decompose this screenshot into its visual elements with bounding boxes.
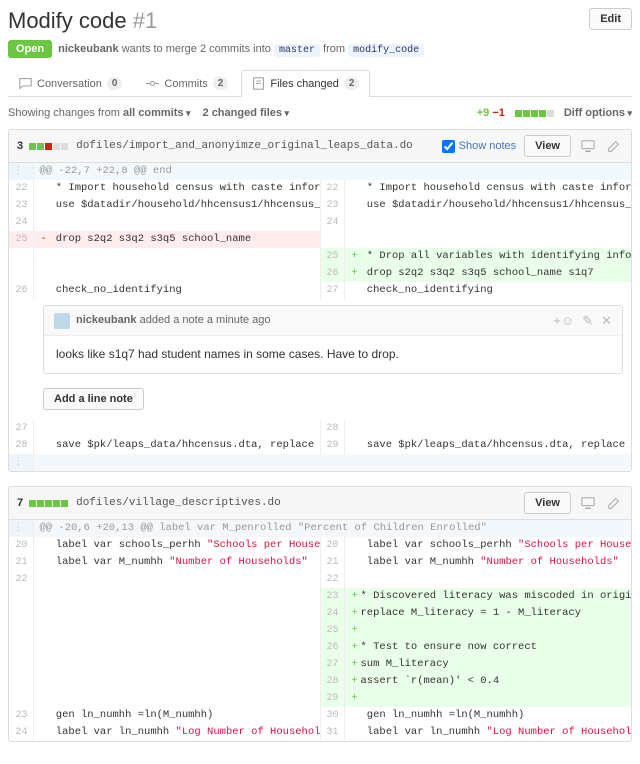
- diff-line: 25- drop s2q2 s3q2 s3q5 school_name: [9, 231, 631, 248]
- diff-line: 25+ * Drop all variables with identifyin…: [9, 248, 631, 265]
- pr-state-row: Open nickeubank wants to merge 2 commits…: [8, 40, 632, 58]
- edit-comment-icon[interactable]: ✎: [582, 312, 593, 329]
- diff-line: 27 28: [9, 420, 631, 437]
- desktop-icon[interactable]: [579, 137, 597, 155]
- desktop-icon[interactable]: [579, 494, 597, 512]
- diff-line: 26+* Test to ensure now correct: [9, 639, 631, 656]
- tab-conversation[interactable]: Conversation0: [8, 70, 133, 96]
- changed-files-dropdown[interactable]: 2 changed files: [203, 107, 290, 119]
- diff-toolbar: Showing changes from all commits 2 chang…: [8, 107, 632, 119]
- tab-commits[interactable]: Commits2: [135, 70, 239, 96]
- file-diff-1: 3 dofiles/import_and_anonyimze_original_…: [8, 129, 632, 472]
- diff-table: ⋮@@ -22,7 +22,8 @@ end 22 * Import house…: [9, 163, 631, 471]
- commits-icon: [146, 77, 159, 90]
- diff-line: 29+: [9, 690, 631, 707]
- expand-icon[interactable]: ⋮: [9, 163, 33, 180]
- comment-icon: [19, 77, 32, 90]
- pencil-icon[interactable]: [605, 494, 623, 512]
- close-comment-icon[interactable]: ✕: [601, 312, 612, 329]
- pr-header: Modify code #1 Edit: [8, 8, 632, 34]
- expand-icon[interactable]: ⋮: [9, 520, 33, 537]
- comment-author[interactable]: nickeubank: [76, 314, 137, 326]
- reaction-icon[interactable]: +☺: [553, 312, 574, 329]
- hunk-header: ⋮@@ -22,7 +22,8 @@ end: [9, 163, 631, 180]
- diff-line: 23 gen ln_numhh =ln(M_numhh)30 gen ln_nu…: [9, 707, 631, 724]
- file-diff-2: 7 dofiles/village_descriptives.do View ⋮…: [8, 486, 632, 742]
- file-header: 3 dofiles/import_and_anonyimze_original_…: [9, 130, 631, 163]
- view-file-button[interactable]: View: [524, 135, 571, 157]
- pencil-icon[interactable]: [605, 137, 623, 155]
- diff-line: 27+sum M_literacy: [9, 656, 631, 673]
- avatar[interactable]: [54, 313, 70, 329]
- file-stat-blocks: [29, 143, 68, 150]
- review-comment: nickeubank added a note a minute ago +☺ …: [43, 305, 623, 374]
- all-commits-dropdown[interactable]: all commits: [123, 107, 191, 119]
- diff-line: 28+assert `r(mean)' < 0.4: [9, 673, 631, 690]
- diff-line: 20 label var schools_perhh "Schools per …: [9, 537, 631, 554]
- diff-line: 28 save $pk/leaps_data/hhcensus.dta, rep…: [9, 437, 631, 454]
- file-path[interactable]: dofiles/village_descriptives.do: [76, 497, 281, 509]
- diff-options-dropdown[interactable]: Diff options: [564, 107, 632, 119]
- compare-branch[interactable]: modify_code: [348, 44, 424, 57]
- diff-line: 22 22: [9, 571, 631, 588]
- file-path[interactable]: dofiles/import_and_anonyimze_original_le…: [76, 140, 413, 152]
- base-branch[interactable]: master: [274, 44, 320, 57]
- edit-button[interactable]: Edit: [589, 8, 632, 30]
- diff-line: 24+replace M_literacy = 1 - M_literacy: [9, 605, 631, 622]
- view-file-button[interactable]: View: [524, 492, 571, 514]
- pr-title: Modify code #1: [8, 8, 157, 34]
- pr-author[interactable]: nickeubank: [58, 43, 119, 55]
- diff-line: 25+: [9, 622, 631, 639]
- hunk-header: ⋮@@ -20,6 +20,13 @@ label var M_penrolle…: [9, 520, 631, 537]
- diff-line: 22 * Import household census with caste …: [9, 180, 631, 197]
- file-header: 7 dofiles/village_descriptives.do View: [9, 487, 631, 520]
- pr-tabs: Conversation0 Commits2 Files changed2: [8, 70, 632, 97]
- diff-table: ⋮@@ -20,6 +20,13 @@ label var M_penrolle…: [9, 520, 631, 741]
- state-badge-open: Open: [8, 40, 52, 58]
- diff-line: 21 label var M_numhh "Number of Househol…: [9, 554, 631, 571]
- file-diff-icon: [252, 77, 265, 90]
- diff-line: 23 use $datadir/household/hhcensus1/hhce…: [9, 197, 631, 214]
- pr-number: #1: [133, 8, 157, 33]
- show-notes-toggle[interactable]: Show notes: [442, 140, 516, 153]
- expand-icon[interactable]: ⋮: [9, 454, 33, 471]
- diff-line: 23+* Discovered literacy was miscoded in…: [9, 588, 631, 605]
- diff-line: 26 check_no_identifying27 check_no_ident…: [9, 282, 631, 299]
- file-changes-count: 3: [17, 140, 23, 152]
- diff-stat-blocks: [515, 110, 554, 117]
- file-stat-blocks: [29, 500, 68, 507]
- diff-line: 24 label var ln_numhh "Log Number of Hou…: [9, 724, 631, 741]
- add-line-note-button[interactable]: Add a line note: [43, 388, 144, 410]
- diff-line: 26+ drop s2q2 s3q2 s3q5 school_name s1q7: [9, 265, 631, 282]
- file-changes-count: 7: [17, 497, 23, 509]
- comment-body: looks like s1q7 had student names in som…: [44, 336, 622, 373]
- diff-stat: +9 −1: [477, 107, 505, 119]
- diff-line: 24 24: [9, 214, 631, 231]
- tab-files-changed[interactable]: Files changed2: [241, 70, 370, 97]
- inline-note-row: nickeubank added a note a minute ago +☺ …: [9, 299, 631, 380]
